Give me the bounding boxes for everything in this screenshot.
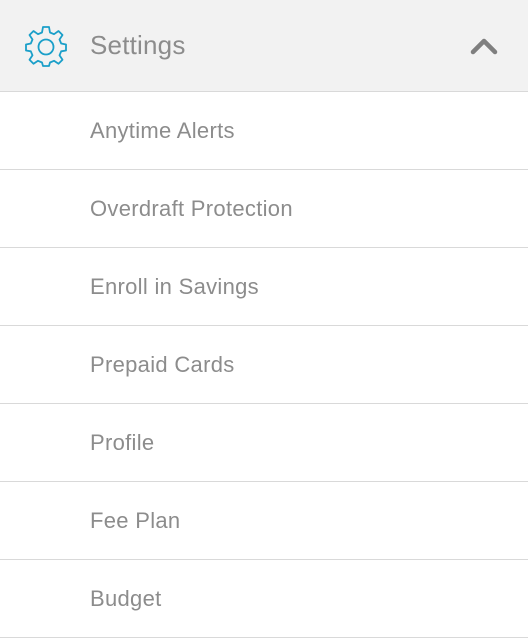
settings-menu: Settings Anytime Alerts Overdraft Protec… — [0, 0, 528, 640]
menu-item-anytime-alerts[interactable]: Anytime Alerts — [0, 92, 528, 170]
settings-menu-header[interactable]: Settings — [0, 0, 528, 92]
menu-item-label: Overdraft Protection — [90, 196, 293, 221]
menu-item-label: Fee Plan — [90, 508, 181, 533]
menu-item-profile[interactable]: Profile — [0, 404, 528, 482]
menu-item-label: Prepaid Cards — [90, 352, 235, 377]
chevron-up-icon[interactable] — [470, 37, 498, 55]
menu-item-fee-plan[interactable]: Fee Plan — [0, 482, 528, 560]
menu-item-label: Anytime Alerts — [90, 118, 235, 143]
settings-title: Settings — [90, 30, 186, 60]
menu-item-overdraft-protection[interactable]: Overdraft Protection — [0, 170, 528, 248]
gear-icon — [25, 26, 67, 67]
menu-item-label: Budget — [90, 586, 162, 611]
menu-item-label: Enroll in Savings — [90, 274, 259, 299]
menu-item-prepaid-cards[interactable]: Prepaid Cards — [0, 326, 528, 404]
menu-item-label: Profile — [90, 430, 155, 455]
menu-item-budget[interactable]: Budget — [0, 560, 528, 638]
menu-item-enroll-in-savings[interactable]: Enroll in Savings — [0, 248, 528, 326]
